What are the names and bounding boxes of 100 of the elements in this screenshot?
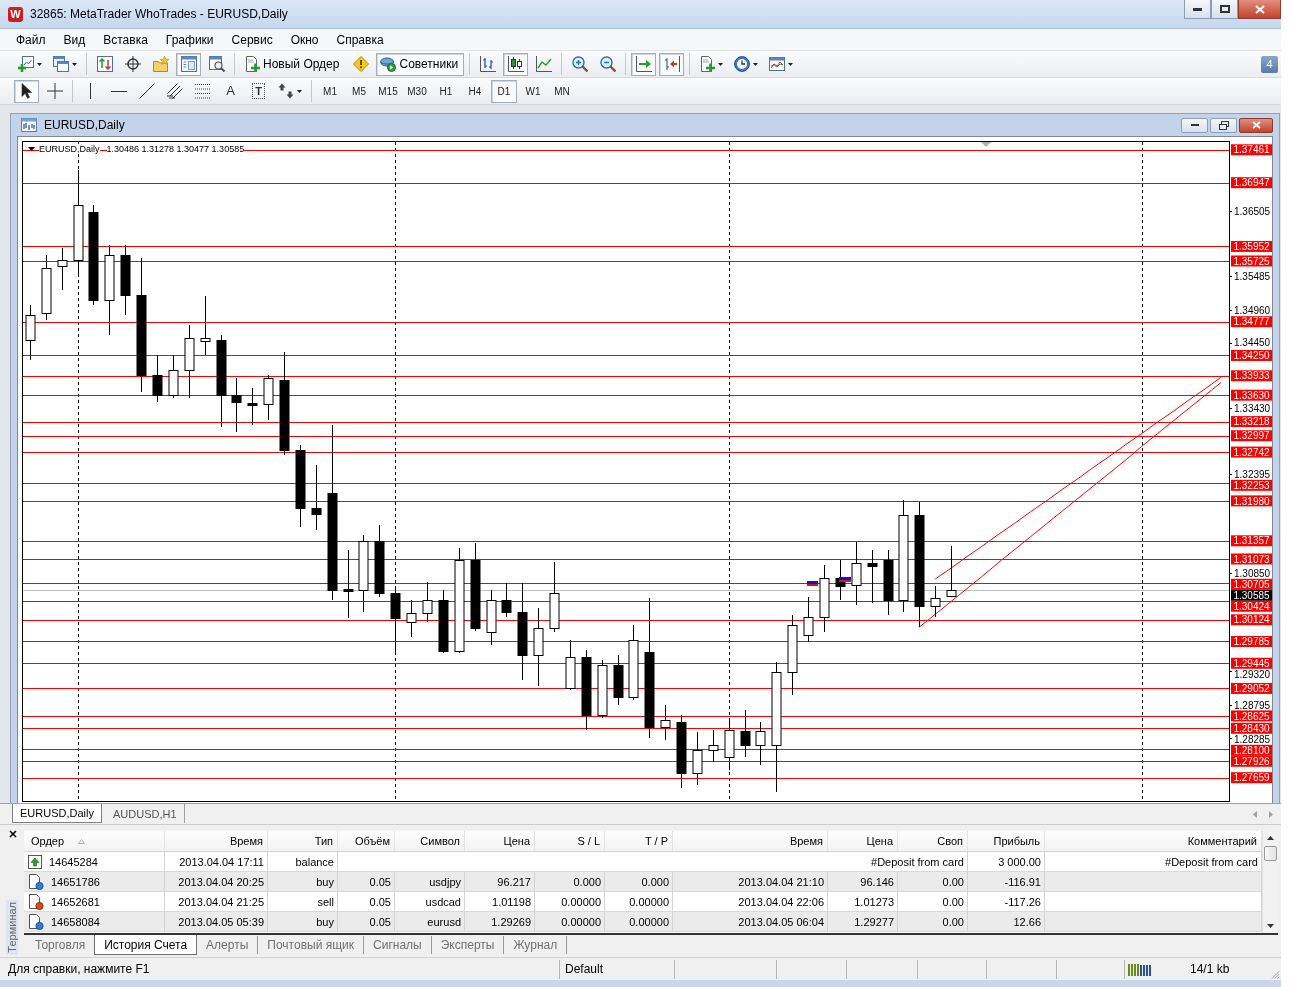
panel-tab[interactable]: Эксперты bbox=[431, 936, 505, 954]
candle bbox=[867, 549, 878, 604]
candle bbox=[422, 581, 433, 623]
panel-tab[interactable]: Торговля bbox=[26, 936, 95, 954]
close-icon[interactable] bbox=[9, 830, 17, 838]
table-cell: 0.00000 bbox=[605, 912, 673, 931]
candle bbox=[438, 589, 449, 654]
column-header[interactable]: Ордер bbox=[24, 831, 165, 851]
table-cell: 0.05 bbox=[338, 892, 395, 911]
close-button[interactable] bbox=[1239, 117, 1273, 133]
resize-grip-icon[interactable] bbox=[1271, 970, 1280, 980]
candle bbox=[565, 639, 576, 691]
menu-item[interactable]: Файл bbox=[7, 32, 55, 47]
timeframe-button[interactable]: W1 bbox=[520, 79, 546, 103]
column-header[interactable]: Объём bbox=[338, 831, 395, 851]
candle bbox=[120, 244, 131, 316]
menu-item[interactable]: Вид bbox=[54, 32, 95, 47]
text-tool-button[interactable]: T bbox=[246, 79, 271, 103]
menu-item[interactable]: Графики bbox=[156, 32, 223, 47]
column-header[interactable]: S / L bbox=[535, 831, 605, 851]
price-label: 1.28100 bbox=[1231, 744, 1272, 756]
chart-shift-marker-icon bbox=[981, 142, 991, 147]
menu-item[interactable]: Вставка bbox=[94, 32, 157, 47]
chart-symbol: EURUSD,Daily bbox=[39, 144, 100, 154]
scroll-up-icon[interactable] bbox=[1267, 836, 1274, 840]
timeframe-button[interactable]: M30 bbox=[404, 79, 430, 103]
axis-tick-label: 1.33430 bbox=[1234, 402, 1271, 414]
bar-arrow-left-icon bbox=[663, 56, 680, 72]
timeframe-button[interactable]: M1 bbox=[317, 79, 343, 103]
chart-window-title: EURUSD,Daily bbox=[44, 118, 125, 132]
minimize-button[interactable] bbox=[1184, 0, 1211, 19]
window-panel-icon bbox=[180, 56, 197, 72]
timeframe-button[interactable]: H4 bbox=[462, 79, 488, 103]
arrows-window-icon bbox=[96, 56, 113, 72]
toolbar-icon-button[interactable] bbox=[659, 52, 685, 76]
toolbar-icon-button[interactable] bbox=[14, 79, 39, 103]
minimize-button[interactable] bbox=[1181, 117, 1208, 133]
candle bbox=[486, 589, 497, 646]
caret-icon bbox=[297, 89, 302, 93]
panel-tab[interactable]: Алерты bbox=[197, 936, 259, 954]
table-cell: usdjpy bbox=[395, 872, 465, 891]
column-header[interactable]: Тип bbox=[268, 831, 338, 851]
menu-item[interactable]: Окно bbox=[281, 32, 328, 47]
restore-button[interactable] bbox=[1210, 117, 1237, 133]
table-cell: 2013.04.04 21:10 bbox=[673, 872, 828, 891]
chart-plus-icon bbox=[18, 56, 34, 72]
scrollbar[interactable] bbox=[1262, 831, 1278, 933]
column-header[interactable]: Время bbox=[165, 831, 268, 851]
toolbar-button[interactable]: Новый Ордер bbox=[240, 52, 346, 76]
panel-tab[interactable]: История Счета bbox=[94, 935, 198, 955]
candle bbox=[152, 354, 163, 403]
timeframe-button[interactable]: D1 bbox=[491, 79, 517, 103]
column-header[interactable]: Время bbox=[673, 831, 828, 851]
close-button[interactable] bbox=[1238, 0, 1281, 19]
timeframe-button[interactable]: MN bbox=[549, 79, 575, 103]
order-number: 14658084 bbox=[51, 915, 100, 928]
maximize-button[interactable] bbox=[1211, 0, 1238, 19]
column-header[interactable]: Своп bbox=[898, 831, 968, 851]
candle bbox=[406, 599, 417, 638]
magnifier-window-icon bbox=[208, 56, 225, 72]
table-cell: 0.05 bbox=[338, 872, 395, 891]
candle bbox=[930, 585, 941, 618]
price-label: 1.33218 bbox=[1231, 416, 1272, 428]
hatched-lines-icon bbox=[166, 83, 183, 99]
axis-tick-label: 1.32395 bbox=[1234, 469, 1271, 480]
column-header[interactable]: Цена bbox=[465, 831, 535, 851]
column-header[interactable]: Прибыль bbox=[968, 831, 1045, 851]
text-tool-button[interactable]: A bbox=[218, 79, 243, 103]
caret-icon bbox=[788, 62, 794, 66]
table-cell: balance bbox=[268, 852, 338, 871]
scrollbar-thumb[interactable] bbox=[1264, 846, 1277, 861]
column-header[interactable]: T / P bbox=[605, 831, 673, 851]
column-header[interactable]: Символ bbox=[395, 831, 465, 851]
table-cell: #Deposit from card bbox=[338, 852, 968, 871]
toolbar-icon-button[interactable] bbox=[631, 52, 657, 76]
triangle-icon[interactable] bbox=[28, 147, 35, 151]
timeframe-button[interactable]: M5 bbox=[346, 79, 372, 103]
clock-icon bbox=[734, 56, 751, 72]
table-cell: 2013.04.04 21:25 bbox=[165, 892, 268, 911]
trade-marker-icon bbox=[807, 581, 818, 586]
app-logo: W bbox=[8, 6, 23, 22]
panel-tab[interactable]: Сигналы bbox=[364, 936, 432, 954]
panel-tab[interactable]: Почтовый ящик bbox=[258, 936, 364, 954]
chart-tab[interactable]: AUDUSD,H1 bbox=[105, 804, 185, 823]
toolbar-icon-button[interactable] bbox=[503, 52, 529, 76]
scroll-down-icon[interactable] bbox=[1267, 924, 1274, 928]
timeframe-button[interactable]: H1 bbox=[433, 79, 459, 103]
column-header[interactable]: Цена bbox=[828, 831, 898, 851]
cursor-icon bbox=[18, 83, 35, 99]
table-cell: 0.00 bbox=[898, 872, 968, 891]
vertical-line-icon bbox=[89, 83, 92, 99]
table-cell: eurusd bbox=[395, 912, 465, 931]
toolbar-button[interactable]: Советники bbox=[376, 52, 465, 76]
chart-tab[interactable]: EURUSD,Daily bbox=[12, 804, 102, 823]
menu-item[interactable]: Сервис bbox=[222, 32, 282, 47]
diagonal-line-icon bbox=[138, 83, 155, 99]
timeframe-button[interactable]: M15 bbox=[375, 79, 401, 103]
price-label: 1.29052 bbox=[1231, 682, 1272, 695]
menu-item[interactable]: Справка bbox=[327, 32, 393, 47]
panel-tab[interactable]: Журнал bbox=[504, 936, 568, 954]
